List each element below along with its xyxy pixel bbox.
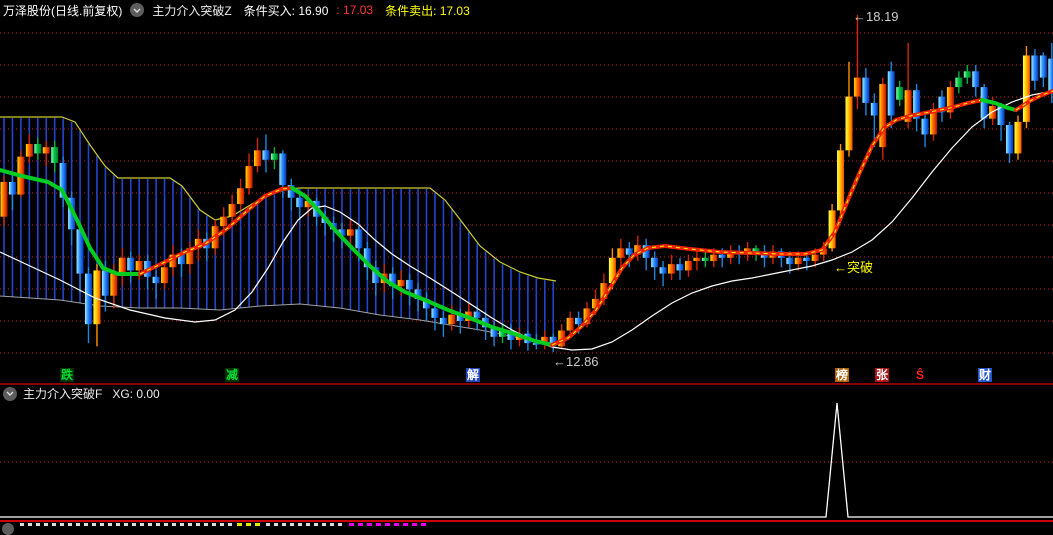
candle-body: [34, 143, 42, 154]
candle-body: [346, 229, 354, 236]
candle-body: [245, 166, 253, 189]
indicator-name[interactable]: 主力介入突破Z: [152, 2, 231, 19]
candle-body: [161, 267, 169, 284]
candle-body: [651, 257, 659, 268]
candle-body: [794, 257, 802, 265]
candle-body: [1039, 55, 1047, 78]
candle-body: [625, 248, 633, 255]
candle-body: [668, 264, 676, 274]
candle-body: [879, 83, 887, 148]
candle-body: [684, 260, 692, 271]
condition-sell-value: 条件卖出: 17.03: [385, 3, 470, 18]
top-bar: 万泽股份(日线.前复权) 主力介入突破Z 条件买入: 16.90 : 17.03…: [0, 0, 1053, 20]
candle-body: [355, 229, 363, 249]
candle-body: [1031, 55, 1039, 81]
candle-body: [955, 77, 963, 88]
candle-body: [431, 308, 439, 318]
candle-body: [135, 260, 143, 271]
candle-body: [972, 71, 980, 88]
candle-body: [439, 317, 447, 325]
candle-body: [659, 267, 667, 274]
candle-body: [448, 314, 456, 325]
candle-body: [752, 248, 760, 252]
candle-body: [676, 264, 684, 271]
stock-title: 万泽股份(日线.前复权): [3, 3, 123, 18]
candle-body: [693, 257, 701, 261]
candle-body: [811, 254, 819, 261]
candle-body: [51, 147, 59, 163]
candle-body: [110, 273, 118, 296]
xg-value: XG: 0.00: [112, 386, 160, 401]
candle-body: [1022, 55, 1030, 122]
candle-body: [1014, 121, 1022, 154]
candle-body: [786, 257, 794, 265]
sub-indicator-name[interactable]: 主力介入突破F: [23, 385, 102, 402]
candle-body: [270, 153, 278, 160]
candle-body: [1048, 58, 1053, 94]
candle-body: [862, 77, 870, 103]
white-ma-line: [0, 90, 1053, 351]
candle-body: [701, 257, 709, 261]
candle-body: [617, 248, 625, 258]
candle-body: [85, 273, 92, 325]
candle-body: [254, 150, 261, 167]
candle-body: [406, 279, 414, 290]
candle-body: [220, 216, 228, 227]
condition-buy-value: 条件买入: 16.90: [243, 3, 329, 18]
candle-body: [8, 181, 16, 195]
candle-body: [118, 257, 126, 274]
candle-body: [279, 153, 287, 186]
chevron-down-icon[interactable]: [130, 3, 145, 17]
candle-body: [42, 147, 50, 154]
trend-ma-highlight: [551, 99, 983, 346]
candle-body: [896, 87, 904, 100]
clipped-bottom-panel: [0, 522, 1053, 535]
candle-body: [237, 188, 245, 205]
candle-body: [963, 71, 971, 78]
candle-body: [228, 204, 236, 217]
candle-body: [25, 143, 33, 157]
trend-ma-line: [550, 98, 984, 347]
candle-body: [566, 317, 574, 331]
candle-body: [870, 102, 878, 116]
main-chart[interactable]: [0, 0, 1053, 526]
candle-body: [853, 77, 861, 97]
candle-body: [397, 279, 405, 287]
candle-body: [262, 150, 270, 160]
candle-body: [1006, 125, 1014, 154]
candle-body: [473, 311, 481, 318]
candle-body: [127, 257, 135, 271]
candle-body: [718, 254, 726, 258]
candle-body: [710, 254, 718, 261]
candle-body: [837, 150, 845, 211]
signal-spike-line: [0, 402, 1053, 518]
candle-body: [0, 181, 8, 217]
chevron-down-icon[interactable]: [3, 386, 17, 401]
candle-body: [887, 71, 895, 116]
candle-body: [803, 257, 811, 261]
candle-body: [989, 106, 997, 119]
candle-body: [296, 197, 304, 208]
candle-body: [101, 270, 109, 296]
candle-body: [845, 96, 853, 151]
condition-alert-value: : 17.03: [336, 3, 374, 17]
candle-body: [152, 276, 160, 284]
trend-ma-line: [1014, 89, 1053, 112]
sub-panel-header: 主力介入突破F XG: 0.00: [0, 386, 160, 401]
chevron-down-icon: [2, 523, 14, 535]
candle-body: [921, 118, 929, 135]
candle-body: [575, 317, 583, 325]
